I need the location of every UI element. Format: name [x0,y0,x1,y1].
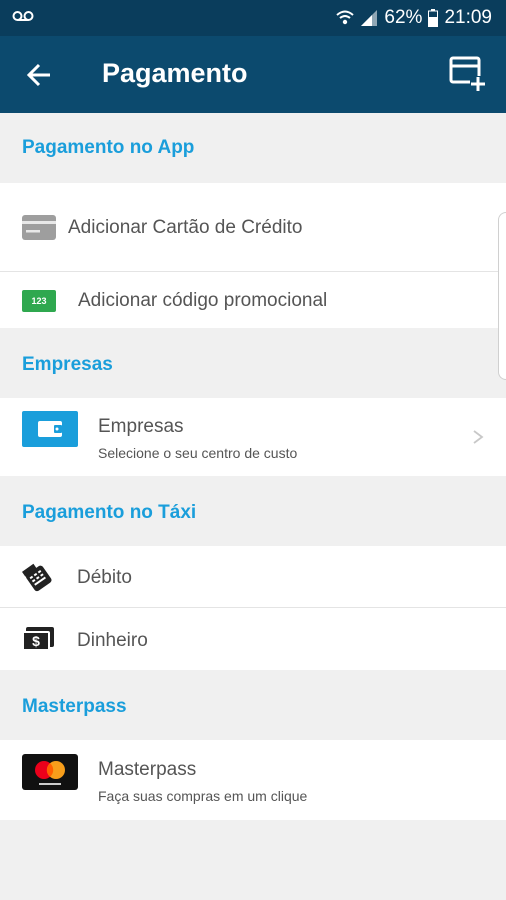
wallet-icon [22,411,78,447]
masterpass-label: Masterpass [98,759,197,780]
companies-row[interactable]: Empresas Selecione o seu centro de custo [0,398,506,476]
section-title-companies: Empresas [22,354,113,375]
cash-icon: $ [22,627,54,651]
add-credit-card-label: Adicionar Cartão de Crédito [68,217,303,238]
mastercard-logo-icon [22,754,78,790]
clock: 21:09 [444,7,492,28]
add-credit-card-row[interactable]: Adicionar Cartão de Crédito [0,183,506,272]
section-header-masterpass: Masterpass [0,670,506,740]
page-title: Pagamento [102,58,248,88]
status-bar: 62% 21:09 [0,0,506,36]
add-promo-code-row[interactable]: 123 Adicionar código promocional [0,272,506,328]
arrow-left-icon [26,63,50,87]
scroll-indicator[interactable] [498,212,506,380]
section-header-taxi: Pagamento no Táxi [0,476,506,546]
battery-percent: 62% [384,7,423,28]
chevron-right-icon [473,430,484,444]
section-title-masterpass: Masterpass [22,696,127,717]
section-header-app: Pagamento no App [0,113,506,183]
masterpass-row[interactable]: Masterpass Faça suas compras em um cliqu… [0,740,506,820]
promo-code-icon: 123 [22,290,56,312]
masterpass-sublabel: Faça suas compras em um clique [98,788,308,804]
add-promo-code-label: Adicionar código promocional [78,290,328,311]
wifi-icon [336,10,355,25]
section-header-companies: Empresas [0,328,506,398]
credit-card-icon [22,215,56,240]
cash-label: Dinheiro [77,630,148,651]
section-title-app: Pagamento no App [22,137,195,158]
promo-code-icon-text: 123 [31,296,47,306]
companies-label: Empresas [98,416,184,437]
companies-sublabel: Selecione o seu centro de custo [98,445,298,461]
debit-row[interactable]: Débito [0,546,506,607]
back-button[interactable] [22,58,56,92]
cash-row[interactable]: $ Dinheiro [0,608,506,670]
add-card-button[interactable] [448,54,488,94]
app-bar: Pagamento [0,36,506,113]
card-machine-icon [22,563,52,592]
voicemail-icon [12,11,34,21]
battery-icon [428,9,439,27]
signal-icon [361,10,378,26]
section-title-taxi: Pagamento no Táxi [22,502,197,523]
cash-icon-text: $ [32,633,40,649]
debit-label: Débito [77,567,132,588]
